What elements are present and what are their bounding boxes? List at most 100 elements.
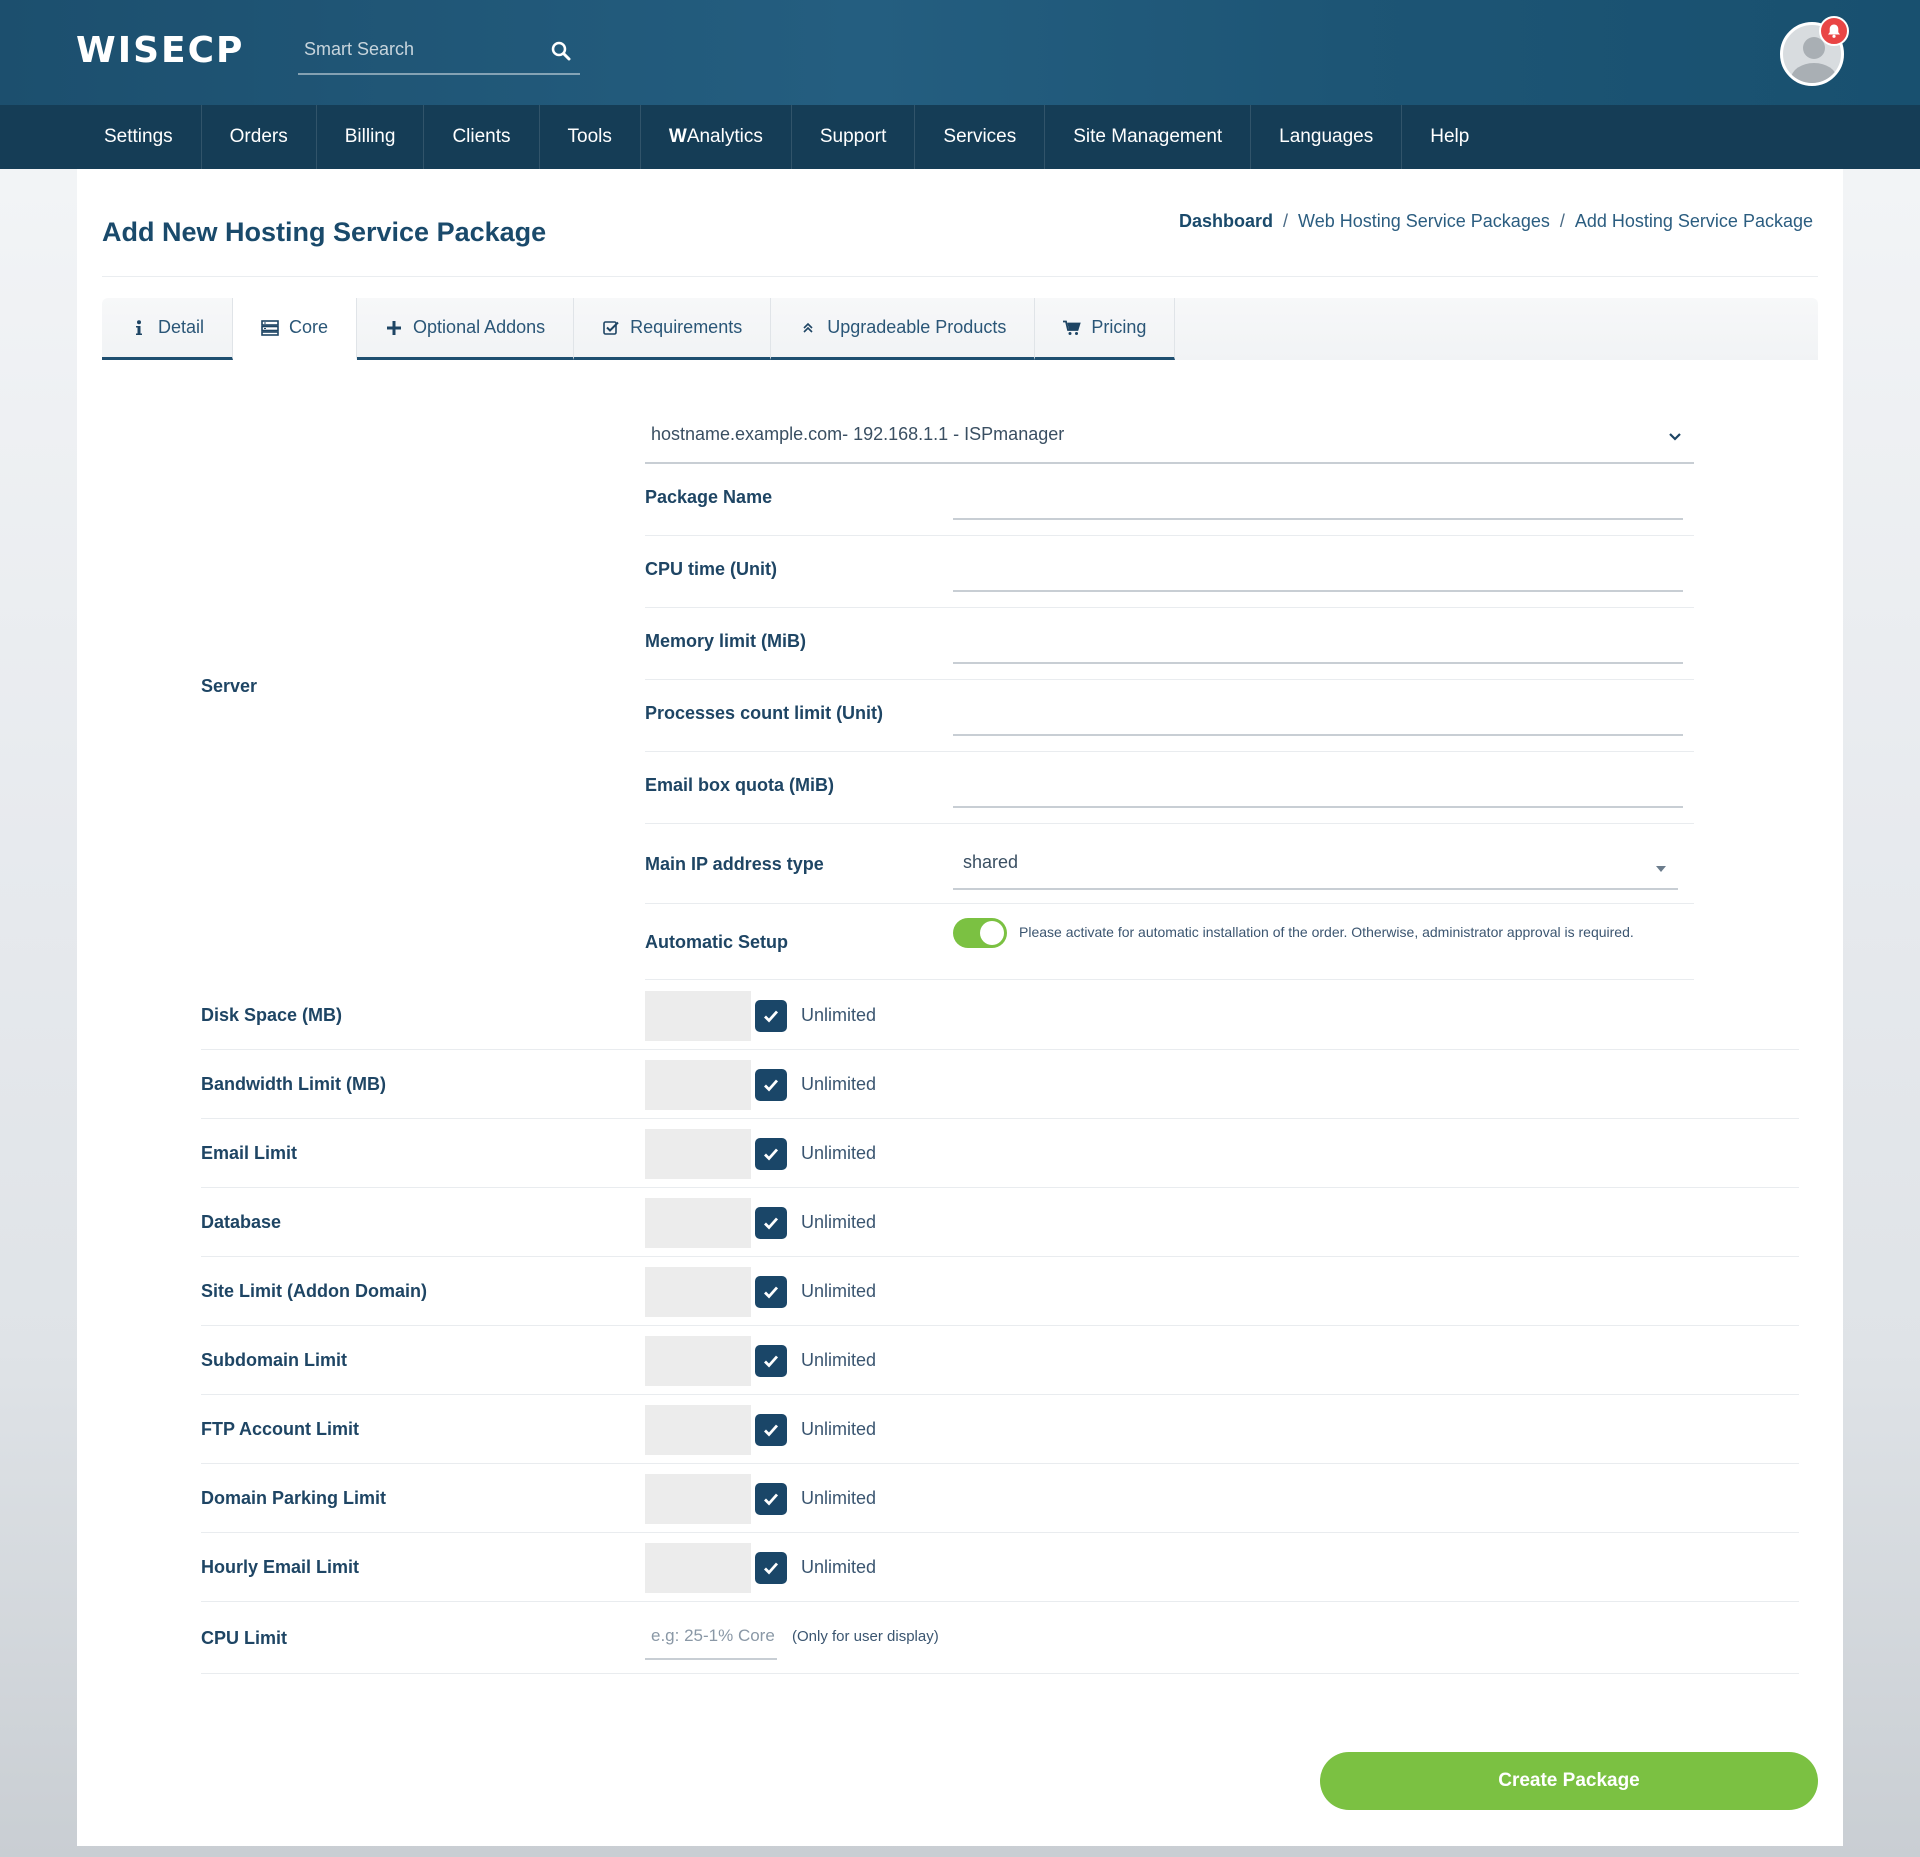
limit-row-email: Email Limit Unlimited	[201, 1119, 1799, 1188]
nav-site-management[interactable]: Site Management	[1045, 105, 1252, 169]
nav-services[interactable]: Services	[915, 105, 1046, 169]
checkmark-icon	[764, 1562, 779, 1575]
hourly-email-input[interactable]	[645, 1543, 751, 1593]
unlimited-label[interactable]: Unlimited	[801, 1488, 876, 1509]
nav-wanalytics[interactable]: W Analytics	[641, 105, 792, 169]
site-limit-input[interactable]	[645, 1267, 751, 1317]
tab-upgradeable-products[interactable]: Upgradeable Products	[771, 298, 1036, 360]
unlimited-checkbox[interactable]	[755, 1345, 787, 1377]
database-input[interactable]	[645, 1198, 751, 1248]
disk-space-input[interactable]	[645, 991, 751, 1041]
nav-billing[interactable]: Billing	[317, 105, 425, 169]
limit-label: Database	[201, 1212, 282, 1232]
automatic-setup-toggle[interactable]	[953, 918, 1007, 948]
limit-label: FTP Account Limit	[201, 1419, 360, 1439]
breadcrumb-dashboard[interactable]: Dashboard	[1179, 211, 1273, 232]
nav-settings[interactable]: Settings	[76, 105, 202, 169]
subdomain-input[interactable]	[645, 1336, 751, 1386]
unlimited-label[interactable]: Unlimited	[801, 1419, 876, 1440]
unlimited-checkbox[interactable]	[755, 1000, 787, 1032]
unlimited-checkbox[interactable]	[755, 1207, 787, 1239]
unlimited-checkbox[interactable]	[755, 1552, 787, 1584]
tab-label: Upgradeable Products	[827, 317, 1007, 337]
unlimited-label[interactable]: Unlimited	[801, 1281, 876, 1302]
breadcrumb-separator: /	[1283, 211, 1289, 231]
unlimited-checkbox[interactable]	[755, 1138, 787, 1170]
unlimited-checkbox[interactable]	[755, 1069, 787, 1101]
unlimited-checkbox[interactable]	[755, 1414, 787, 1446]
double-chevron-up-icon	[799, 322, 817, 334]
email-limit-input[interactable]	[645, 1129, 751, 1179]
ip-type-value: shared	[963, 851, 1019, 872]
plus-icon	[385, 320, 403, 335]
unlimited-label[interactable]: Unlimited	[801, 1143, 876, 1164]
nav-label: Languages	[1279, 126, 1374, 147]
search-input[interactable]	[298, 30, 538, 68]
package-name-input[interactable]	[953, 480, 1683, 520]
create-package-button[interactable]: Create Package	[1320, 1752, 1818, 1810]
nav-orders[interactable]: Orders	[202, 105, 317, 169]
limit-row-cpu: CPU Limit (Only for user display)	[201, 1602, 1799, 1674]
nav-help[interactable]: Help	[1402, 105, 1497, 169]
processes-count-input[interactable]	[953, 696, 1683, 736]
nav-languages[interactable]: Languages	[1251, 105, 1403, 169]
search-icon[interactable]	[546, 36, 576, 66]
field-label: Processes count limit (Unit)	[645, 703, 884, 723]
limit-row-bandwidth: Bandwidth Limit (MB) Unlimited	[201, 1050, 1799, 1119]
tab-pricing[interactable]: Pricing	[1035, 298, 1176, 360]
domain-parking-input[interactable]	[645, 1474, 751, 1524]
breadcrumb-packages[interactable]: Web Hosting Service Packages	[1298, 211, 1550, 232]
tab-label: Pricing	[1091, 317, 1147, 337]
field-label: Automatic Setup	[645, 932, 789, 952]
nav-label: Help	[1430, 126, 1470, 147]
field-cpu-time: CPU time (Unit)	[645, 536, 1694, 608]
ftp-input[interactable]	[645, 1405, 751, 1455]
cpu-time-input[interactable]	[953, 552, 1683, 592]
notification-bell-icon[interactable]	[1819, 16, 1849, 46]
memory-limit-input[interactable]	[953, 624, 1683, 664]
tab-optional-addons[interactable]: Optional Addons	[357, 298, 575, 360]
unlimited-label[interactable]: Unlimited	[801, 1005, 876, 1026]
unlimited-label[interactable]: Unlimited	[801, 1557, 876, 1578]
field-processes-count: Processes count limit (Unit)	[645, 680, 1694, 752]
server-value: hostname.example.com- 192.168.1.1 - ISPm…	[651, 423, 1065, 444]
caret-down-icon	[1656, 856, 1666, 877]
ip-type-select[interactable]: shared	[953, 836, 1678, 890]
cart-icon	[1063, 320, 1082, 336]
nav-tools[interactable]: Tools	[540, 105, 641, 169]
avatar-body	[1791, 63, 1837, 83]
bandwidth-input[interactable]	[645, 1060, 751, 1110]
checkmark-icon	[764, 1286, 779, 1299]
field-label: Email box quota (MiB)	[645, 775, 834, 795]
nav-support[interactable]: Support	[792, 105, 916, 169]
limit-row-disk-space: Disk Space (MB) Unlimited	[201, 981, 1799, 1050]
unlimited-label[interactable]: Unlimited	[801, 1212, 876, 1233]
unlimited-label[interactable]: Unlimited	[801, 1074, 876, 1095]
nav-label: Services	[943, 126, 1017, 147]
limit-label: Bandwidth Limit (MB)	[201, 1074, 386, 1094]
server-select[interactable]: hostname.example.com- 192.168.1.1 - ISPm…	[645, 406, 1694, 464]
limit-label: CPU Limit	[201, 1628, 288, 1648]
limit-row-site-limit: Site Limit (Addon Domain) Unlimited	[201, 1257, 1799, 1326]
nav-label: Support	[819, 126, 887, 147]
nav-clients[interactable]: Clients	[424, 105, 540, 169]
limit-label: Subdomain Limit	[201, 1350, 347, 1370]
limit-label: Disk Space (MB)	[201, 1005, 343, 1025]
field-label: Package Name	[645, 487, 773, 507]
unlimited-checkbox[interactable]	[755, 1483, 787, 1515]
tab-core[interactable]: Core	[233, 298, 358, 360]
unlimited-checkbox[interactable]	[755, 1276, 787, 1308]
unlimited-label[interactable]: Unlimited	[801, 1350, 876, 1371]
page-title: Add New Hosting Service Package	[102, 217, 547, 247]
logo[interactable]: WISECP	[76, 30, 244, 71]
tab-detail[interactable]: Detail	[102, 298, 234, 360]
email-quota-input[interactable]	[953, 768, 1683, 808]
main-panel: Add New Hosting Service Package Dashboar…	[77, 169, 1843, 1846]
tab-label: Requirements	[630, 317, 743, 337]
top-header: WISECP	[0, 0, 1920, 105]
field-label: CPU time (Unit)	[645, 559, 777, 579]
field-package-name: Package Name	[645, 464, 1694, 536]
cpu-limit-input[interactable]	[645, 1614, 777, 1660]
nav-label: Clients	[452, 126, 511, 147]
tab-requirements[interactable]: Requirements	[574, 298, 772, 360]
